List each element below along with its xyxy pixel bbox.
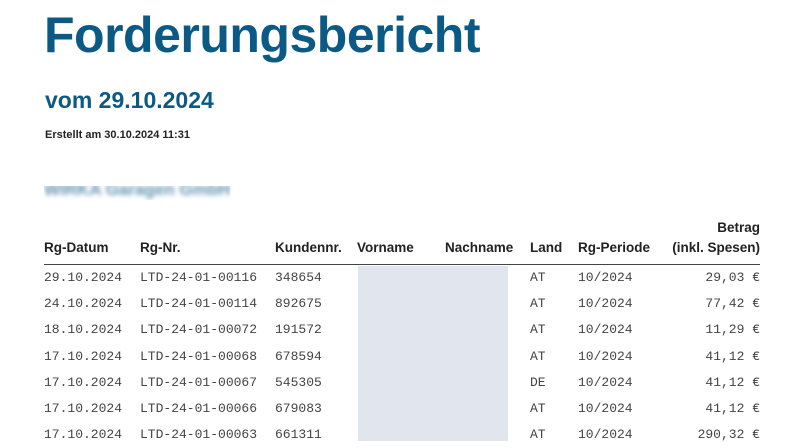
cell-country: AT: [530, 270, 546, 286]
cell-invoice-number: LTD-24-01-00066: [140, 401, 258, 417]
col-header-date: Rg-Datum: [44, 218, 140, 265]
cell-customer-number: 892675: [275, 296, 322, 312]
amount-header-line2: (inkl. Spesen): [672, 240, 760, 256]
cell-amount: 41,12 €: [705, 401, 760, 417]
cell-date: 29.10.2024: [44, 270, 123, 286]
cell-country: AT: [530, 296, 546, 312]
cell-invoice-number: LTD-24-01-00116: [140, 270, 258, 286]
cell-date: 17.10.2024: [44, 401, 123, 417]
col-header-period: Rg-Periode: [578, 218, 665, 265]
redaction-box: [358, 266, 508, 441]
cell-customer-number: 191572: [275, 322, 322, 338]
cell-invoice-number: LTD-24-01-00114: [140, 296, 258, 312]
cell-invoice-number: LTD-24-01-00067: [140, 374, 258, 390]
cell-country: DE: [530, 374, 546, 390]
cell-country: AT: [530, 401, 546, 417]
amount-header-line1: Betrag: [717, 220, 760, 235]
report-title: Forderungsbericht: [44, 7, 480, 63]
created-timestamp: Erstellt am 30.10.2024 11:31: [45, 129, 190, 141]
cell-invoice-number: LTD-24-01-00072: [140, 322, 258, 338]
cell-date: 17.10.2024: [44, 374, 123, 390]
col-header-number: Rg-Nr.: [140, 218, 275, 265]
cell-amount: 41,12 €: [705, 348, 760, 364]
col-header-lastname: Nachname: [445, 218, 530, 265]
cell-invoice-number: LTD-24-01-00068: [140, 348, 258, 364]
cell-date: 18.10.2024: [44, 322, 123, 338]
cell-customer-number: 545305: [275, 374, 322, 390]
cell-amount: 11,29 €: [705, 322, 760, 338]
cell-period: 10/2024: [578, 348, 633, 364]
table-header-row: Rg-Datum Rg-Nr. Kundennr. Vorname Nachna…: [44, 218, 760, 265]
cell-country: AT: [530, 322, 546, 338]
cell-period: 10/2024: [578, 270, 633, 286]
col-header-firstname: Vorname: [357, 218, 445, 265]
cell-country: AT: [530, 348, 546, 364]
cell-amount: 29,03 €: [705, 270, 760, 286]
cell-customer-number: 348654: [275, 270, 322, 286]
cell-period: 10/2024: [578, 296, 633, 312]
cell-period: 10/2024: [578, 322, 633, 338]
cell-customer-number: 678594: [275, 348, 322, 364]
cell-period: 10/2024: [578, 374, 633, 390]
company-name-blurred: WIRKA Garagen GmbH: [44, 180, 231, 199]
col-header-country: Land: [530, 218, 578, 265]
report-date: vom 29.10.2024: [45, 87, 214, 113]
col-header-customer: Kundennr.: [275, 218, 357, 265]
cell-customer-number: 679083: [275, 401, 322, 417]
cell-amount: 77,42 €: [705, 296, 760, 312]
col-header-amount: Betrag (inkl. Spesen): [665, 218, 760, 265]
cell-period: 10/2024: [578, 401, 633, 417]
cell-date: 24.10.2024: [44, 296, 123, 312]
cell-date: 17.10.2024: [44, 348, 123, 364]
cell-amount: 41,12 €: [705, 374, 760, 390]
